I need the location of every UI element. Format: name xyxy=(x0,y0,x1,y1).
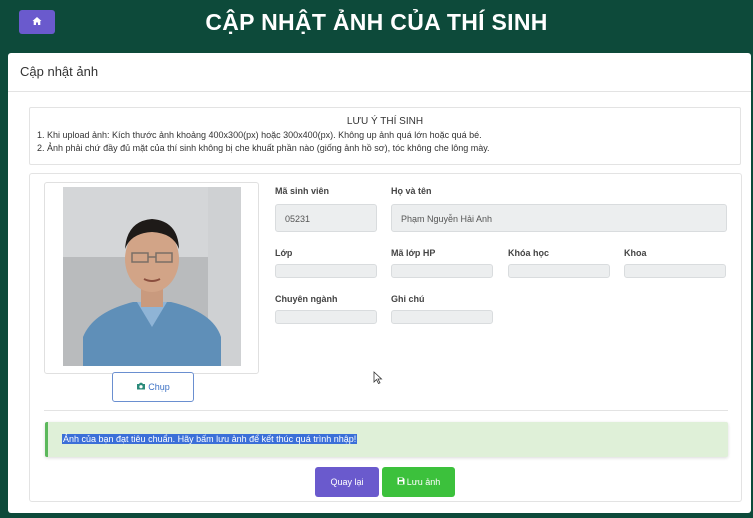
camera-icon xyxy=(136,382,148,392)
class-label: Lớp xyxy=(275,248,293,258)
course-class-id-field[interactable] xyxy=(391,264,493,278)
class-field[interactable] xyxy=(275,264,377,278)
mouse-cursor-icon xyxy=(373,371,383,385)
floppy-disk-icon xyxy=(397,477,407,487)
capture-button[interactable]: Chụp xyxy=(112,372,194,402)
panel-title: Cập nhật ảnh xyxy=(8,53,751,92)
full-name-field[interactable]: Phạm Nguyễn Hải Anh xyxy=(391,204,727,232)
photo-frame xyxy=(44,182,259,374)
back-button[interactable]: Quay lại xyxy=(315,467,379,497)
full-name-label: Họ và tên xyxy=(391,186,432,196)
faculty-label: Khoa xyxy=(624,248,647,258)
save-label: Lưu ảnh xyxy=(406,477,441,487)
notice-line-2: 2. Ảnh phải chứ đầy đủ mặt của thí sinh … xyxy=(37,143,490,153)
notice-box: LƯU Ý THÍ SINH 1. Khi upload ảnh: Kích t… xyxy=(29,107,741,165)
student-info-box: Chụp Mã sinh viên 05231 Họ và tên Phạm N… xyxy=(29,173,742,502)
notice-title: LƯU Ý THÍ SINH xyxy=(346,116,424,127)
capture-label: Chụp xyxy=(148,382,170,392)
main-panel: Cập nhật ảnh LƯU Ý THÍ SINH 1. Khi uploa… xyxy=(8,53,751,513)
student-id-field[interactable]: 05231 xyxy=(275,204,377,232)
note-label: Ghi chú xyxy=(391,294,425,304)
course-class-id-label: Mã lớp HP xyxy=(391,248,436,258)
save-photo-button[interactable]: Lưu ảnh xyxy=(382,467,455,497)
student-photo xyxy=(63,187,241,366)
back-label: Quay lại xyxy=(330,477,364,487)
cohort-field[interactable] xyxy=(508,264,610,278)
faculty-field[interactable] xyxy=(624,264,726,278)
divider xyxy=(44,410,728,411)
notice-line-1: 1. Khi upload ảnh: Kích thước ảnh khoảng… xyxy=(37,130,482,140)
top-bar: CẬP NHẬT ẢNH CỦA THÍ SINH xyxy=(0,0,753,52)
major-label: Chuyên ngành xyxy=(275,294,338,304)
page-title: CẬP NHẬT ẢNH CỦA THÍ SINH xyxy=(205,9,548,35)
student-id-label: Mã sinh viên xyxy=(275,186,330,196)
cohort-label: Khóa học xyxy=(508,248,550,258)
alert-text: Ảnh của bạn đạt tiêu chuẩn. Hãy bấm lưu … xyxy=(62,434,358,444)
success-alert: Ảnh của bạn đạt tiêu chuẩn. Hãy bấm lưu … xyxy=(45,422,728,457)
note-field[interactable] xyxy=(391,310,493,324)
major-field[interactable] xyxy=(275,310,377,324)
